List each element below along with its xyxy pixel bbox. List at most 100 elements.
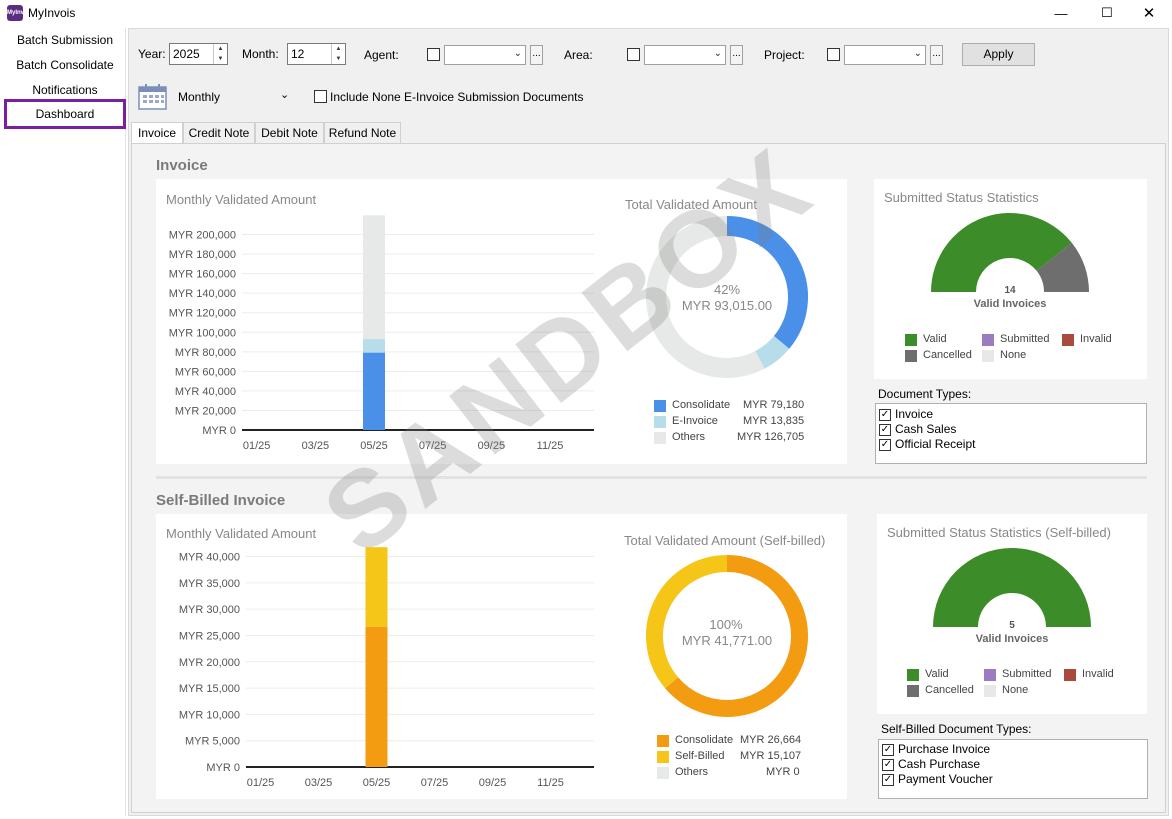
sb-status-swatch-none [984,685,996,697]
area-label: Area: [564,48,593,62]
legend-sb-selfbilled: Self-Billed [675,750,725,762]
status-swatch-none [982,350,994,362]
doctype-payment-voucher[interactable]: ✓ Payment Voucher [882,772,993,786]
checkbox-checked[interactable]: ✓ [879,408,891,421]
doctype-cash-sales[interactable]: ✓ Cash Sales [879,422,956,436]
legend-swatch-consolidate [654,400,666,412]
checkbox-checked[interactable]: ✓ [879,438,891,451]
invoice-donut-percent: 42% [713,282,741,297]
area-browse-button[interactable]: ... [730,45,743,65]
checkbox-checked[interactable]: ✓ [882,743,894,756]
checkbox-checked[interactable]: ✓ [882,773,894,786]
tab-credit-note[interactable]: Credit Note [183,122,255,144]
area-dropdown[interactable]: ⌄ [644,45,726,65]
project-dropdown[interactable]: ⌄ [844,45,926,65]
doctype-purchase-invoice-label: Purchase Invoice [898,742,991,756]
sb-status-swatch-invalid [1064,669,1076,681]
selfbilled-section-title: Self-Billed Invoice [156,492,286,509]
checkbox-checked[interactable]: ✓ [879,423,891,436]
selfbilled-donut-amount: MYR 41,771.00 [681,633,773,648]
project-browse-button[interactable]: ... [930,45,943,65]
sb-status-legend-valid: Valid [925,668,949,680]
doctype-invoice[interactable]: ✓ Invoice [879,407,933,421]
close-button[interactable]: ✕ [1126,0,1172,26]
area-checkbox[interactable] [627,48,640,61]
legend-consolidate: Consolidate [672,399,731,411]
sb-status-swatch-cancelled [907,685,919,697]
status-swatch-valid [905,334,917,346]
minimize-button[interactable]: — [1038,0,1084,26]
sidebar-item-batch-submission[interactable]: Batch Submission [4,30,126,50]
legend-swatch-sb-selfbilled [657,751,669,763]
sb-status-legend-cancelled: Cancelled [925,684,974,696]
period-dropdown[interactable]: Monthly ⌄ [176,87,295,107]
checkbox-checked[interactable]: ✓ [882,758,894,771]
doctype-invoice-label: Invoice [895,407,934,421]
agent-browse-button[interactable]: ... [530,45,543,65]
chevron-down-icon: ⌄ [913,48,922,59]
chevron-down-icon: ⌄ [713,48,722,59]
status-swatch-invalid [1062,334,1074,346]
doctypes-list: ✓ Invoice ✓ Cash Sales ✓ Official Receipt [875,403,1147,464]
month-stepper-arrows[interactable]: ▲ ▼ [331,44,345,64]
agent-checkbox[interactable] [427,48,440,61]
doctype-official-receipt-label: Official Receipt [895,437,976,451]
sb-status-legend-none: None [1002,684,1029,696]
status-legend-cancelled: Cancelled [923,349,972,361]
app-icon: MyInv [7,5,24,21]
year-stepper[interactable]: 2025 ▲ ▼ [169,43,228,65]
sb-doctypes-title: Self-Billed Document Types: [881,722,1032,736]
sb-status-legend-invalid: Invalid [1082,668,1114,680]
status-legend-submitted: Submitted [1000,333,1050,345]
period-value: Monthly [178,90,221,104]
sidebar-item-notifications[interactable]: Notifications [4,80,126,100]
chevron-down-icon: ⌄ [513,48,522,59]
year-stepper-arrows[interactable]: ▲ ▼ [213,44,227,64]
sb-status-legend-submitted: Submitted [1002,668,1052,680]
section-divider [156,476,1147,479]
legend-others-value: MYR 126,705 [737,431,805,443]
tab-debit-note[interactable]: Debit Note [255,122,324,144]
month-stepper[interactable]: 12 ▲ ▼ [287,43,346,65]
include-none-checkbox[interactable] [314,90,327,103]
doctype-official-receipt[interactable]: ✓ Official Receipt [879,437,975,451]
selfbilled-donut-percent: 100% [709,617,743,632]
sb-status-swatch-valid [907,669,919,681]
project-checkbox[interactable] [827,48,840,61]
doctypes-title: Document Types: [878,387,972,401]
legend-einvoice-value: MYR 13,835 [743,415,805,427]
doctype-purchase-invoice[interactable]: ✓ Purchase Invoice [882,742,990,756]
tab-invoice[interactable]: Invoice [131,122,183,145]
apply-button[interactable]: Apply [962,43,1035,66]
legend-others: Others [672,431,706,443]
project-label: Project: [764,48,805,62]
selfbilled-gauge-count: 5 [1009,620,1015,631]
month-label: Month: [242,47,279,61]
invoice-gauge-label: Valid Invoices [973,298,1047,310]
doctype-payment-voucher-label: Payment Voucher [898,772,993,786]
slice-e-invoice [754,335,790,369]
doctype-cash-purchase-label: Cash Purchase [898,757,981,771]
status-legend-valid: Valid [923,333,947,345]
legend-sb-others: Others [675,766,709,778]
gauge-valid [933,548,1091,627]
legend-einvoice: E-Invoice [672,415,718,427]
legend-sb-consolidate-value: MYR 26,664 [740,734,802,746]
invoice-donut-amount: MYR 93,015.00 [681,298,773,313]
doctype-cash-sales-label: Cash Sales [895,422,957,436]
maximize-button[interactable]: ☐ [1084,0,1130,26]
legend-swatch-others [654,432,666,444]
tab-refund-note[interactable]: Refund Note [324,122,401,144]
chevron-down-icon: ⌄ [280,89,290,101]
sidebar-item-batch-consolidate[interactable]: Batch Consolidate [4,55,126,75]
calendar-icon[interactable] [138,83,168,111]
status-legend-invalid: Invalid [1080,333,1112,345]
sidebar-item-dashboard[interactable]: Dashboard [4,99,126,129]
sb-status-swatch-submitted [984,669,996,681]
agent-dropdown[interactable]: ⌄ [444,45,526,65]
title-bar: MyInv MyInvois — ☐ ✕ [0,0,1172,26]
doctype-cash-purchase[interactable]: ✓ Cash Purchase [882,757,980,771]
window-title: MyInvois [28,6,76,20]
status-legend-none: None [1000,349,1027,361]
legend-consolidate-value: MYR 79,180 [743,399,805,411]
